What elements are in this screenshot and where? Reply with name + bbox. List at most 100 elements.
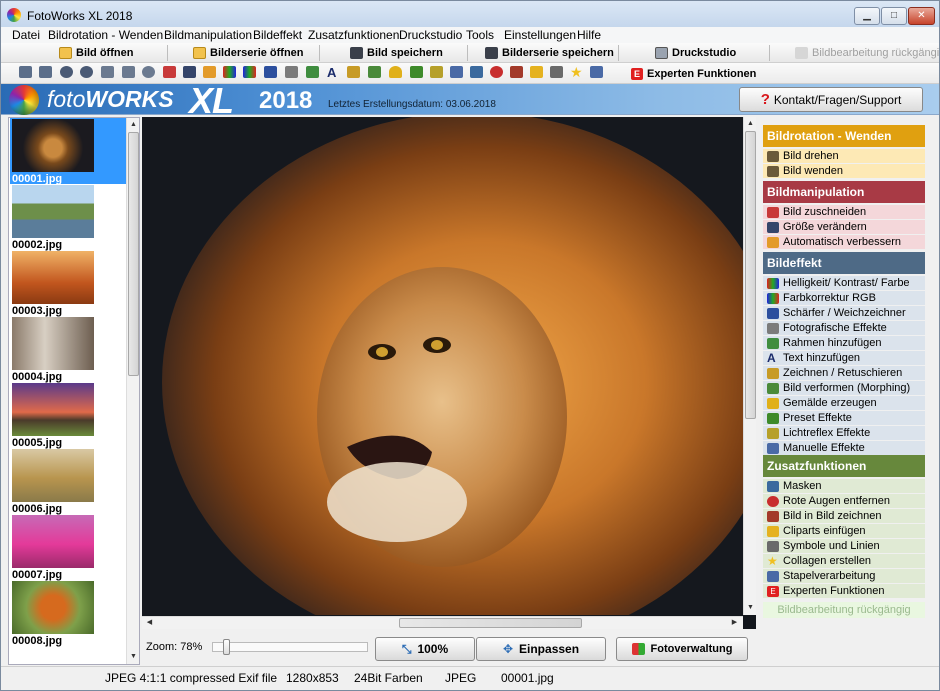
panel-item-sharpen[interactable]: Schärfer / Weichzeichner: [763, 306, 925, 320]
thumbnail-item[interactable]: 00003.jpg: [10, 250, 127, 317]
panel-item-expert[interactable]: E Experten Funktionen: [763, 584, 925, 598]
viewer-vertical-scrollbar[interactable]: ▲ ▼: [743, 117, 756, 615]
panel-item-crop[interactable]: Bild zuschneiden: [763, 205, 925, 219]
menu-einstellungen[interactable]: Einstellungen: [504, 28, 576, 42]
crop-scissors-icon[interactable]: [163, 66, 176, 78]
panel-item-draw[interactable]: Zeichnen / Retuschieren: [763, 366, 925, 380]
menu-datei[interactable]: Datei: [12, 28, 40, 42]
open-series-button[interactable]: Bilderserie öffnen: [193, 45, 304, 61]
photo-effect-icon[interactable]: [285, 66, 298, 78]
resize-icon[interactable]: [183, 66, 196, 78]
thumbnail-scrollbar[interactable]: ▲ ▼: [126, 118, 139, 664]
panel-item-flip[interactable]: Bild wenden: [763, 164, 925, 178]
panel-item-rotate[interactable]: Bild drehen: [763, 149, 925, 163]
panel-item-picture-in-picture[interactable]: Bild in Bild zeichnen: [763, 509, 925, 523]
image-viewer[interactable]: ▲ ▼: [142, 117, 756, 629]
picture-in-picture-icon[interactable]: [510, 66, 523, 78]
scroll-up-icon[interactable]: ▲: [745, 118, 756, 130]
thumbnail-item[interactable]: 00001.jpg: [10, 118, 127, 185]
thumbnail-item[interactable]: 00007.jpg: [10, 514, 127, 581]
text-icon[interactable]: A: [327, 65, 340, 80]
panel-undo-button[interactable]: Bildbearbeitung rückgängig: [763, 602, 925, 618]
undo-button[interactable]: Bildbearbeitung rückgängi: [795, 45, 939, 61]
support-button[interactable]: ? Kontakt/Fragen/Support: [739, 87, 923, 112]
panel-item-photo-effects[interactable]: Fotografische Effekte: [763, 321, 925, 335]
scroll-up-icon[interactable]: ▲: [128, 119, 139, 131]
panel-item-text[interactable]: A Text hinzufügen: [763, 351, 925, 365]
menu-tools[interactable]: Tools: [466, 28, 494, 42]
zoom-100-button[interactable]: ⤡ 100%: [375, 637, 475, 661]
scroll-down-icon[interactable]: ▼: [128, 651, 139, 663]
panel-item-manual-effects[interactable]: Manuelle Effekte: [763, 441, 925, 455]
frame-icon[interactable]: [306, 66, 319, 78]
magic-wand-icon[interactable]: [203, 66, 216, 78]
scrollbar-thumb[interactable]: [399, 618, 582, 628]
fit-button[interactable]: ✥ Einpassen: [476, 637, 606, 661]
panel-item-batch[interactable]: Stapelverarbeitung: [763, 569, 925, 583]
panel-item-red-eye[interactable]: Rote Augen entfernen: [763, 494, 925, 508]
rotate-icon[interactable]: [60, 66, 73, 78]
mask-icon[interactable]: [470, 66, 483, 78]
scrollbar-thumb[interactable]: [745, 131, 756, 419]
panel-item-morph[interactable]: Bild verformen (Morphing): [763, 381, 925, 395]
lens-flare-icon[interactable]: [430, 66, 443, 78]
menu-druckstudio[interactable]: Druckstudio: [399, 28, 462, 42]
preset-icon[interactable]: [410, 66, 423, 78]
panel-item-masks[interactable]: Masken: [763, 479, 925, 493]
rotate-icon[interactable]: [80, 66, 93, 78]
close-button[interactable]: ✕: [908, 7, 935, 25]
menu-bildmanipulation[interactable]: Bildmanipulation: [164, 28, 252, 42]
thumbnail-item[interactable]: 00005.jpg: [10, 382, 127, 449]
menu-bildrotation[interactable]: Bildrotation - Wenden: [48, 28, 163, 42]
red-eye-icon[interactable]: [490, 66, 503, 78]
sharpen-icon[interactable]: [264, 66, 277, 78]
viewer-horizontal-scrollbar[interactable]: ◀ ▶: [142, 616, 743, 629]
rgb-icon[interactable]: [243, 66, 256, 78]
open-image-button[interactable]: Bild öffnen: [59, 45, 133, 61]
thumbnail-item[interactable]: 00006.jpg: [10, 448, 127, 515]
zoom-slider[interactable]: [212, 639, 368, 655]
thumbnail-item[interactable]: 00008.jpg: [10, 580, 127, 647]
panel-item-brightness[interactable]: Helligkeit/ Kontrast/ Farbe: [763, 276, 925, 290]
menu-bildeffekt[interactable]: Bildeffekt: [253, 28, 302, 42]
symbols-icon[interactable]: [550, 66, 563, 78]
flip-icon[interactable]: [101, 66, 114, 78]
panel-item-rgb[interactable]: Farbkorrektur RGB: [763, 291, 925, 305]
thumbnail-item[interactable]: 00004.jpg: [10, 316, 127, 383]
draw-icon[interactable]: [347, 66, 360, 78]
maximize-button[interactable]: □: [881, 7, 907, 25]
brightness-icon[interactable]: [223, 66, 236, 78]
batch-icon[interactable]: [590, 66, 603, 78]
scroll-down-icon[interactable]: ▼: [745, 602, 756, 614]
photo-manager-button[interactable]: Fotoverwaltung: [616, 637, 748, 661]
panel-item-cliparts[interactable]: Cliparts einfügen: [763, 524, 925, 538]
save-image-button[interactable]: Bild speichern: [350, 45, 443, 61]
print-studio-button[interactable]: Druckstudio: [655, 45, 736, 61]
scroll-left-icon[interactable]: ◀: [144, 617, 155, 629]
paint-icon[interactable]: [389, 66, 402, 78]
panel-item-frame[interactable]: Rahmen hinzufügen: [763, 336, 925, 350]
panel-item-preset[interactable]: Preset Effekte: [763, 411, 925, 425]
panel-item-resize[interactable]: Größe verändern: [763, 220, 925, 234]
clipart-icon[interactable]: [530, 66, 543, 78]
panel-item-symbols[interactable]: Symbole und Linien: [763, 539, 925, 553]
rotate-left-icon[interactable]: [19, 66, 32, 78]
expert-functions-button[interactable]: E Experten Funktionen: [631, 66, 756, 82]
minimize-button[interactable]: ▁: [854, 7, 880, 25]
manual-effect-icon[interactable]: [450, 66, 463, 78]
menu-hilfe[interactable]: Hilfe: [577, 28, 601, 42]
rotate-right-icon[interactable]: [39, 66, 52, 78]
save-series-button[interactable]: Bilderserie speichern: [485, 45, 614, 61]
scroll-right-icon[interactable]: ▶: [729, 617, 740, 629]
flip-vertical-icon[interactable]: [122, 66, 135, 78]
menu-zusatzfunktionen[interactable]: Zusatzfunktionen: [308, 28, 399, 42]
scrollbar-thumb[interactable]: [128, 132, 139, 376]
morph-icon[interactable]: [368, 66, 381, 78]
perspective-icon[interactable]: [142, 66, 155, 78]
panel-item-painting[interactable]: Gemälde erzeugen: [763, 396, 925, 410]
zoom-slider-handle[interactable]: [223, 639, 230, 655]
panel-item-lens-flare[interactable]: Lichtreflex Effekte: [763, 426, 925, 440]
panel-item-auto-enhance[interactable]: Automatisch verbessern: [763, 235, 925, 249]
thumbnail-item[interactable]: 00002.jpg: [10, 184, 127, 251]
star-icon[interactable]: ★: [570, 64, 583, 80]
